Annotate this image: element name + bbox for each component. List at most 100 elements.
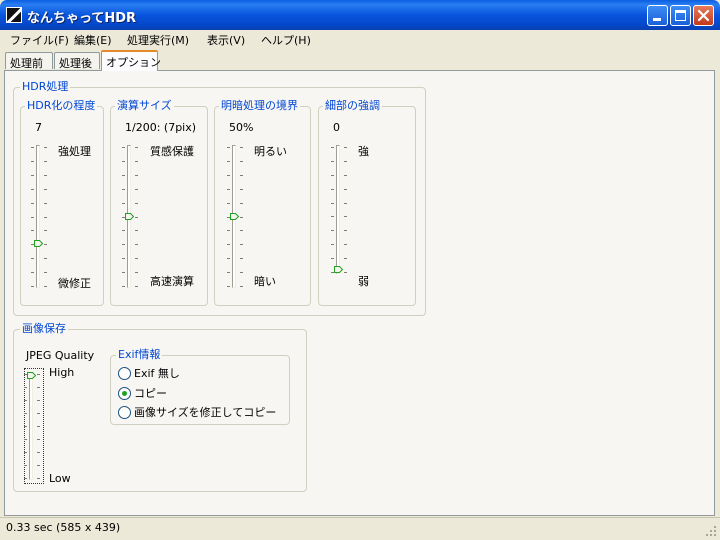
- menu-help[interactable]: ヘルプ(H): [261, 32, 311, 48]
- detail-slider-tick: [344, 244, 347, 245]
- exif-option-none[interactable]: Exif 無し: [118, 366, 288, 381]
- light-dark-slider-tick: [227, 272, 230, 273]
- degree-slider-tick: [31, 230, 34, 231]
- maximize-button[interactable]: [670, 5, 691, 26]
- detail-slider-tick: [344, 203, 347, 204]
- light-dark-slider-tick: [227, 147, 230, 148]
- calc-size-slider-tick: [122, 230, 125, 231]
- tab-options[interactable]: オプション: [101, 50, 161, 71]
- calc-size-slider-tick: [122, 147, 125, 148]
- degree-value: 7: [35, 121, 42, 134]
- light-dark-slider-tick: [240, 189, 243, 190]
- exif-option-copy-resize[interactable]: 画像サイズを修正してコピー: [118, 405, 288, 420]
- degree-slider-tick: [44, 230, 47, 231]
- light-dark-slider-tick: [240, 147, 243, 148]
- degree-slider-tick: [44, 244, 47, 245]
- jpeg-quality-slider-track[interactable]: [29, 372, 33, 480]
- close-button[interactable]: [693, 5, 714, 26]
- jpeg-quality-slider-tick: [24, 387, 27, 388]
- degree-group: [20, 106, 104, 306]
- light-dark-slider-tick: [240, 217, 243, 218]
- detail-bottom-label: 弱: [358, 275, 369, 288]
- light-dark-slider-tick: [227, 244, 230, 245]
- jpeg-quality-slider-tick: [24, 465, 27, 466]
- app-icon[interactable]: [6, 7, 22, 23]
- light-dark-slider-tick: [240, 203, 243, 204]
- jpeg-quality-slider-tick: [24, 413, 27, 414]
- menu-view[interactable]: 表示(V): [207, 32, 245, 48]
- detail-slider-tick: [344, 216, 347, 217]
- hdr-group-title: HDR処理: [20, 80, 71, 93]
- jpeg-quality-low-label: Low: [49, 472, 71, 485]
- calc-size-slider-tick: [135, 161, 138, 162]
- calc-size-slider-tick: [135, 175, 138, 176]
- jpeg-quality-slider-tick: [24, 426, 27, 427]
- menu-bar: ファイル(F) 編集(E) 処理実行(M) 表示(V) ヘルプ(H): [4, 30, 716, 49]
- detail-slider-track[interactable]: [336, 145, 340, 274]
- calc-size-slider-tick: [122, 175, 125, 176]
- light-dark-slider-tick: [240, 244, 243, 245]
- degree-slider-track[interactable]: [36, 145, 40, 288]
- light-dark-value: 50%: [229, 121, 254, 134]
- jpeg-quality-slider-tick: [24, 400, 27, 401]
- calc-size-top-label: 質感保護: [150, 145, 194, 158]
- calc-size-slider-tick: [135, 189, 138, 190]
- jpeg-quality-slider-tick: [37, 413, 40, 414]
- calc-size-slider-tick: [122, 258, 125, 259]
- calc-size-slider-thumb[interactable]: [125, 213, 134, 220]
- tab-after[interactable]: 処理後: [54, 52, 100, 70]
- jpeg-quality-label: JPEG Quality: [26, 349, 95, 362]
- degree-slider-tick: [44, 189, 47, 190]
- calc-size-slider-tick: [135, 230, 138, 231]
- tab-before[interactable]: 処理前: [5, 52, 53, 70]
- jpeg-quality-slider-tick: [24, 439, 27, 440]
- exif-none-radio[interactable]: [118, 367, 131, 380]
- degree-slider-tick: [31, 175, 34, 176]
- jpeg-quality-slider-thumb[interactable]: [27, 372, 36, 379]
- degree-slider-tick: [44, 286, 47, 287]
- save-group-title: 画像保存: [20, 322, 68, 335]
- degree-slider-tick: [31, 203, 34, 204]
- degree-slider-tick: [44, 258, 47, 259]
- menu-process[interactable]: 処理実行(M): [127, 32, 189, 48]
- jpeg-quality-high-label: High: [49, 366, 75, 379]
- menu-file[interactable]: ファイル(F): [10, 32, 69, 48]
- exif-copy-resize-label: 画像サイズを修正してコピー: [134, 406, 277, 419]
- detail-slider-tick: [344, 230, 347, 231]
- degree-top-label: 強処理: [58, 145, 91, 158]
- detail-slider-tick: [331, 230, 334, 231]
- resize-grip-icon[interactable]: [705, 525, 717, 537]
- jpeg-quality-slider-tick: [37, 387, 40, 388]
- detail-top-label: 強: [358, 145, 369, 158]
- calc-size-slider-tick: [135, 286, 138, 287]
- exif-option-copy[interactable]: コピー: [118, 386, 288, 401]
- detail-slider-tick: [331, 244, 334, 245]
- calc-size-slider-tick: [135, 203, 138, 204]
- degree-slider-tick: [31, 161, 34, 162]
- exif-copy-resize-radio[interactable]: [118, 406, 131, 419]
- jpeg-quality-slider-tick: [37, 426, 40, 427]
- degree-bottom-label: 微修正: [58, 277, 91, 290]
- degree-slider-tick: [31, 147, 34, 148]
- light-dark-slider-tick: [240, 175, 243, 176]
- jpeg-quality-focus-rect: [24, 368, 44, 484]
- detail-slider-tick: [331, 175, 334, 176]
- light-dark-slider-tick: [227, 286, 230, 287]
- degree-slider-tick: [44, 161, 47, 162]
- degree-slider-thumb[interactable]: [34, 240, 43, 247]
- jpeg-quality-slider-tick: [24, 452, 27, 453]
- menu-edit[interactable]: 編集(E): [74, 32, 112, 48]
- degree-slider-tick: [31, 258, 34, 259]
- degree-slider-tick: [31, 217, 34, 218]
- exif-copy-radio[interactable]: [118, 387, 131, 400]
- light-dark-slider-tick: [227, 203, 230, 204]
- minimize-button[interactable]: [647, 5, 668, 26]
- detail-value: 0: [333, 121, 340, 134]
- detail-slider-thumb[interactable]: [334, 266, 343, 273]
- light-dark-slider-tick: [227, 175, 230, 176]
- detail-slider-tick: [344, 272, 347, 273]
- light-dark-slider-thumb[interactable]: [230, 213, 239, 220]
- detail-slider-tick: [331, 161, 334, 162]
- detail-slider-tick: [331, 216, 334, 217]
- jpeg-quality-slider-tick: [37, 452, 40, 453]
